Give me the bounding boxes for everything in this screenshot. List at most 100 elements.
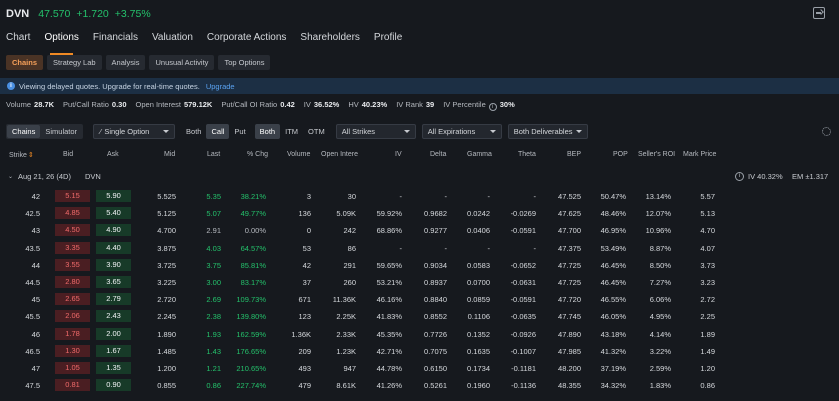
tab-chart[interactable]: Chart (6, 32, 30, 50)
table-row[interactable]: 43.5 3.35 4.40 3.875 4.03 64.57% 53 86 - - - - 47.37… (0, 241, 839, 257)
cell-ask[interactable]: 5.90 (96, 190, 131, 202)
exit-icon[interactable] (813, 7, 825, 19)
cell-bid[interactable]: 2.65 (55, 293, 90, 306)
cell-pct-chg: 210.65% (236, 363, 266, 373)
col-pop[interactable]: POP (613, 151, 628, 158)
tab-financials[interactable]: Financials (93, 32, 138, 50)
cell-gamma: 0.0700 (467, 277, 490, 287)
cell-bid[interactable]: 1.78 (55, 327, 90, 340)
cell-bid[interactable]: 4.50 (55, 224, 90, 237)
table-row[interactable]: 44 3.55 3.90 3.725 3.75 85.81% 42 291 59.65% 0.90… (0, 258, 839, 274)
cell-ask[interactable]: 2.00 (96, 327, 131, 340)
col-open-interest[interactable]: Open Intere (321, 151, 358, 158)
cell-delta: 0.9277 (424, 226, 447, 236)
cell-bid[interactable]: 2.80 (55, 275, 90, 288)
table-row[interactable]: 44.5 2.80 3.65 3.225 3.00 83.17% 37 260 53.21% 0.… (0, 275, 839, 291)
col-last[interactable]: Last (207, 151, 220, 158)
filter-put[interactable]: Put (229, 124, 250, 139)
col-mid[interactable]: Mid (164, 151, 175, 158)
cell-ask[interactable]: 2.43 (96, 310, 131, 323)
subtab-unusual-activity[interactable]: Unusual Activity (149, 55, 215, 70)
strikes-dropdown[interactable]: All Strikes (335, 124, 416, 139)
cell-ask[interactable]: 4.40 (96, 241, 131, 254)
tab-shareholders[interactable]: Shareholders (300, 32, 359, 50)
info-icon[interactable]: i (488, 103, 497, 111)
cell-ask[interactable]: 5.40 (96, 207, 131, 220)
col-sellers-roi[interactable]: Seller's ROI (638, 151, 675, 158)
cell-ask[interactable]: 1.35 (96, 361, 131, 374)
cell-bid[interactable]: 3.35 (55, 241, 90, 254)
col-ask[interactable]: Ask (107, 151, 119, 158)
cell-bid[interactable]: 2.06 (55, 310, 90, 323)
filter-call[interactable]: Call (206, 124, 230, 139)
subtab-strategy-lab[interactable]: Strategy Lab (47, 55, 102, 70)
cell-bid[interactable]: 4.85 (55, 207, 90, 220)
col-bid[interactable]: Bid (63, 151, 73, 158)
col-gamma[interactable]: Gamma (467, 151, 492, 158)
subtab-chains[interactable]: Chains (6, 55, 44, 70)
col-bep[interactable]: BEP (567, 151, 581, 158)
cell-bid[interactable]: 1.30 (55, 344, 90, 357)
col-mark-price[interactable]: Mark Price (683, 151, 716, 158)
chevron-down-icon (403, 130, 410, 133)
filter-both-call-put[interactable]: Both (181, 124, 206, 139)
cell-bid[interactable]: 5.15 (55, 190, 90, 202)
col-pct-chg[interactable]: % Chg (247, 151, 268, 158)
col-theta[interactable]: Theta (518, 151, 536, 158)
info-icon[interactable]: i (735, 172, 744, 181)
stat-hv: HV 40.23% (348, 100, 387, 111)
deliverables-dropdown[interactable]: Both Deliverables (507, 124, 588, 139)
pencil-icon: ⁄ (100, 127, 102, 136)
cell-ask[interactable]: 1.67 (96, 344, 131, 357)
table-row[interactable]: 42 5.15 5.90 5.525 5.35 38.21% 3 30 - - - - 47.525 50… (0, 190, 839, 205)
cell-ask[interactable]: 3.90 (96, 258, 131, 271)
cell-ask[interactable]: 2.79 (96, 293, 131, 306)
cell-sellers-roi: 1.83% (649, 381, 671, 391)
gear-icon[interactable] (822, 127, 831, 136)
table-row[interactable]: 46 1.78 2.00 1.890 1.93 162.59% 1.36K 2.33K 45.3… (0, 327, 839, 343)
col-volume[interactable]: Volume (287, 151, 310, 158)
col-delta[interactable]: Delta (430, 151, 446, 158)
cell-volume: 1.36K (291, 329, 311, 339)
cell-mark-price: 5.13 (700, 209, 715, 219)
cell-theta: -0.1181 (511, 363, 536, 373)
col-strike[interactable]: Strike⇕ (9, 151, 34, 159)
table-row[interactable]: 46.5 1.30 1.67 1.485 1.43 176.65% 209 1.23K 42.7… (0, 344, 839, 360)
subtab-analysis[interactable]: Analysis (105, 55, 146, 70)
cell-last: 4.03 (206, 243, 221, 253)
cell-pop: 34.32% (600, 381, 626, 391)
cell-ask[interactable]: 0.90 (96, 379, 131, 392)
upgrade-link[interactable]: Upgrade (206, 82, 235, 91)
cell-bid[interactable]: 1.05 (55, 361, 90, 374)
simulator-toggle[interactable]: Simulator (40, 125, 82, 138)
tab-profile[interactable]: Profile (374, 32, 402, 50)
cell-ask[interactable]: 4.90 (96, 224, 131, 237)
expirations-dropdown[interactable]: All Expirations (421, 124, 502, 139)
filter-both-moneyness[interactable]: Both (254, 124, 281, 139)
expiry-date: Aug 21, 26 (4D) (18, 172, 71, 181)
subtab-top-options[interactable]: Top Options (218, 55, 271, 70)
cell-bid[interactable]: 0.81 (55, 379, 90, 392)
cell-bep: 47.700 (558, 226, 581, 236)
filter-itm[interactable]: ITM (280, 124, 303, 139)
table-row[interactable]: 47 1.05 1.35 1.200 1.21 210.65% 493 947 44.78% 0.… (0, 361, 839, 377)
tab-valuation[interactable]: Valuation (152, 32, 193, 50)
table-row[interactable]: 42.5 4.85 5.40 5.125 5.07 49.77% 136 5.09K 59.92… (0, 207, 839, 222)
cell-mid: 1.890 (157, 329, 176, 339)
tab-corporate-actions[interactable]: Corporate Actions (207, 32, 287, 50)
cell-volume: 493 (298, 363, 311, 373)
cell-bid[interactable]: 3.55 (55, 258, 90, 271)
filter-otm[interactable]: OTM (303, 124, 330, 139)
tab-options[interactable]: Options (44, 32, 79, 55)
table-row[interactable]: 45 2.65 2.79 2.720 2.69 109.73% 671 11.36K 46.16… (0, 293, 839, 308)
strategy-dropdown[interactable]: ⁄ Single Option (93, 124, 176, 139)
expiry-group-header[interactable]: ⌄ Aug 21, 26 (4D) DVN i IV 40.32% EM ±1.… (0, 172, 839, 186)
chevron-down-icon[interactable]: ⌄ (8, 173, 13, 180)
chains-toggle[interactable]: Chains (7, 125, 41, 138)
cell-ask[interactable]: 3.65 (96, 275, 131, 288)
table-row[interactable]: 47.5 0.81 0.90 0.855 0.86 227.74% 479 8.61K 41.2… (0, 379, 839, 394)
table-row[interactable]: 45.5 2.06 2.43 2.245 2.38 139.80% 123 2.25K 41.8… (0, 310, 839, 325)
cell-iv: 44.78% (376, 363, 402, 373)
table-row[interactable]: 43 4.50 4.90 4.700 2.91 0.00% 0 242 68.86% 0.9277… (0, 224, 839, 239)
col-iv[interactable]: IV (395, 151, 402, 158)
